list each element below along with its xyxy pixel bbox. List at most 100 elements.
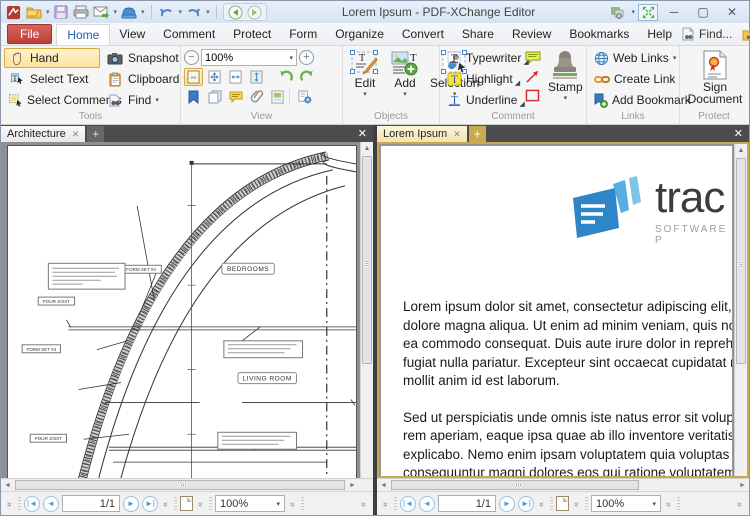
right-new-tab-button[interactable]: + — [469, 126, 486, 142]
select-comments-button[interactable]: Select Comments — [4, 90, 100, 110]
left-more-expander-icon[interactable]: » — [359, 499, 369, 509]
scan-dropdown-caret[interactable]: ▾ — [141, 8, 145, 16]
scroll-left-icon[interactable]: ◄ — [1, 479, 14, 491]
left-page-layout-icon[interactable] — [180, 496, 193, 511]
left-panes-expander-icon[interactable]: » — [5, 499, 15, 509]
web-links-button[interactable]: Web Links ▾ — [590, 48, 676, 68]
left-last-page-button[interactable]: ►| — [142, 496, 158, 512]
add-bookmark-button[interactable]: Add Bookmark — [590, 90, 676, 110]
left-nav-expander-icon[interactable]: » — [161, 499, 171, 509]
right-vscroll-thumb[interactable] — [736, 158, 746, 364]
right-pane-close-icon[interactable]: ✕ — [728, 127, 749, 140]
snapshot-button[interactable]: Snapshot — [102, 48, 191, 68]
tab-help[interactable]: Help — [638, 24, 681, 44]
open-dropdown-caret[interactable]: ▾ — [46, 8, 50, 16]
view-settings-button[interactable] — [295, 88, 314, 106]
ui-options-button[interactable] — [610, 4, 627, 20]
left-layout-expander-icon[interactable]: » — [196, 499, 206, 509]
tab-comment[interactable]: Comment — [154, 24, 224, 44]
right-page-view[interactable]: trac SOFTWARE P Lorem ipsum dolor sit am… — [377, 142, 749, 478]
close-button[interactable]: ✕ — [719, 3, 745, 21]
zoom-out-button[interactable]: − — [184, 50, 199, 65]
scan-button[interactable] — [120, 4, 137, 20]
tab-lorem-ipsum[interactable]: Lorem Ipsum ✕ — [377, 126, 467, 142]
right-horizontal-scrollbar[interactable]: ◄ ► — [377, 478, 749, 491]
left-page-view[interactable]: BEDROOMS LIVING ROOM FORM SET #4 FORM SE… — [1, 142, 373, 478]
print-button[interactable] — [73, 4, 90, 20]
left-new-tab-button[interactable]: + — [87, 126, 104, 142]
sticky-note-button[interactable] — [523, 48, 542, 66]
left-prev-page-button[interactable]: ◄ — [43, 496, 59, 512]
scroll-left-icon[interactable]: ◄ — [377, 479, 390, 491]
create-link-button[interactable]: Create Link — [590, 69, 676, 89]
right-vertical-scrollbar[interactable]: ▲ — [734, 144, 747, 476]
left-zoom-combobox[interactable]: 100% ▾ — [215, 495, 285, 512]
rotate-cw-button[interactable] — [297, 68, 316, 86]
left-vscroll-thumb[interactable] — [362, 156, 372, 364]
scroll-right-icon[interactable]: ► — [736, 479, 749, 491]
tab-share[interactable]: Share — [453, 24, 503, 44]
open-file-button[interactable] — [25, 4, 42, 20]
tab-bookmarks[interactable]: Bookmarks — [560, 24, 638, 44]
highlight-button[interactable]: T Highlight◢ — [443, 69, 521, 89]
forward-button[interactable] — [246, 4, 263, 20]
save-button[interactable] — [53, 4, 70, 20]
comments-panel-button[interactable] — [226, 88, 245, 106]
left-pane-close-icon[interactable]: ✕ — [352, 127, 373, 140]
attachments-panel-button[interactable] — [247, 88, 266, 106]
stamp-button[interactable]: Stamp ▾ — [544, 48, 587, 110]
left-zoom-expander-icon[interactable]: » — [288, 499, 298, 509]
left-vertical-scrollbar[interactable]: ▲ — [360, 142, 373, 478]
tab-form[interactable]: Form — [280, 24, 326, 44]
fit-page-button[interactable]: ⇿ — [184, 68, 203, 86]
rectangle-annotation-button[interactable] — [523, 86, 542, 104]
search-menu-button[interactable]: Search... — [742, 27, 750, 41]
redo-dropdown-caret[interactable]: ▾ — [206, 8, 210, 16]
find-menu-button[interactable]: Find... — [681, 27, 732, 41]
right-page-number-box[interactable]: 1/1 — [438, 495, 496, 512]
left-page-number-box[interactable]: 1/1 — [62, 495, 120, 512]
maximize-button[interactable]: ▢ — [690, 3, 716, 21]
left-first-page-button[interactable]: |◄ — [24, 496, 40, 512]
left-next-page-button[interactable]: ► — [123, 496, 139, 512]
minimize-button[interactable]: ─ — [661, 3, 687, 21]
fit-width-button[interactable] — [226, 68, 245, 86]
file-menu-button[interactable]: File — [7, 24, 52, 44]
email-dropdown-caret[interactable]: ▾ — [114, 8, 118, 16]
thumbnails-panel-button[interactable] — [205, 88, 224, 106]
undo-dropdown-caret[interactable]: ▾ — [179, 8, 183, 16]
underline-button[interactable]: T Underline◢ — [443, 90, 521, 110]
hand-tool-button[interactable]: Hand — [4, 48, 100, 68]
back-button[interactable] — [227, 4, 244, 20]
left-horizontal-scrollbar[interactable]: ◄ ► — [1, 478, 373, 491]
select-text-button[interactable]: T Select Text — [4, 69, 100, 89]
scroll-up-icon[interactable]: ▲ — [361, 142, 373, 155]
tab-architecture-close-icon[interactable]: ✕ — [72, 129, 80, 140]
fullscreen-button[interactable] — [638, 4, 658, 21]
fit-visible-button[interactable] — [205, 68, 224, 86]
export-panel-button[interactable] — [268, 88, 287, 106]
arrow-annotation-button[interactable] — [523, 67, 542, 85]
right-zoom-expander-icon[interactable]: » — [664, 499, 674, 509]
add-objects-button[interactable]: T Add ▾ — [386, 48, 424, 110]
tab-architecture[interactable]: Architecture ✕ — [1, 126, 85, 142]
scroll-up-icon[interactable]: ▲ — [735, 144, 747, 157]
right-page-layout-icon[interactable] — [556, 496, 569, 511]
fit-height-button[interactable] — [247, 68, 266, 86]
undo-button[interactable] — [158, 4, 175, 20]
edit-objects-button[interactable]: T Edit ▾ — [346, 48, 384, 110]
tab-convert[interactable]: Convert — [393, 24, 453, 44]
redo-button[interactable] — [185, 4, 202, 20]
tab-lorem-ipsum-close-icon[interactable]: ✕ — [453, 129, 461, 140]
zoom-in-button[interactable]: + — [299, 50, 314, 65]
right-layout-expander-icon[interactable]: » — [572, 499, 582, 509]
tab-review[interactable]: Review — [503, 24, 560, 44]
find-tool-button[interactable]: Find ▾ — [102, 90, 191, 110]
right-next-page-button[interactable]: ► — [499, 496, 515, 512]
tab-organize[interactable]: Organize — [326, 24, 393, 44]
right-zoom-combobox[interactable]: 100% ▾ — [591, 495, 661, 512]
tab-protect[interactable]: Protect — [224, 24, 280, 44]
sign-document-button[interactable]: Sign Document — [683, 48, 747, 107]
right-more-expander-icon[interactable]: » — [735, 499, 745, 509]
right-first-page-button[interactable]: |◄ — [400, 496, 416, 512]
